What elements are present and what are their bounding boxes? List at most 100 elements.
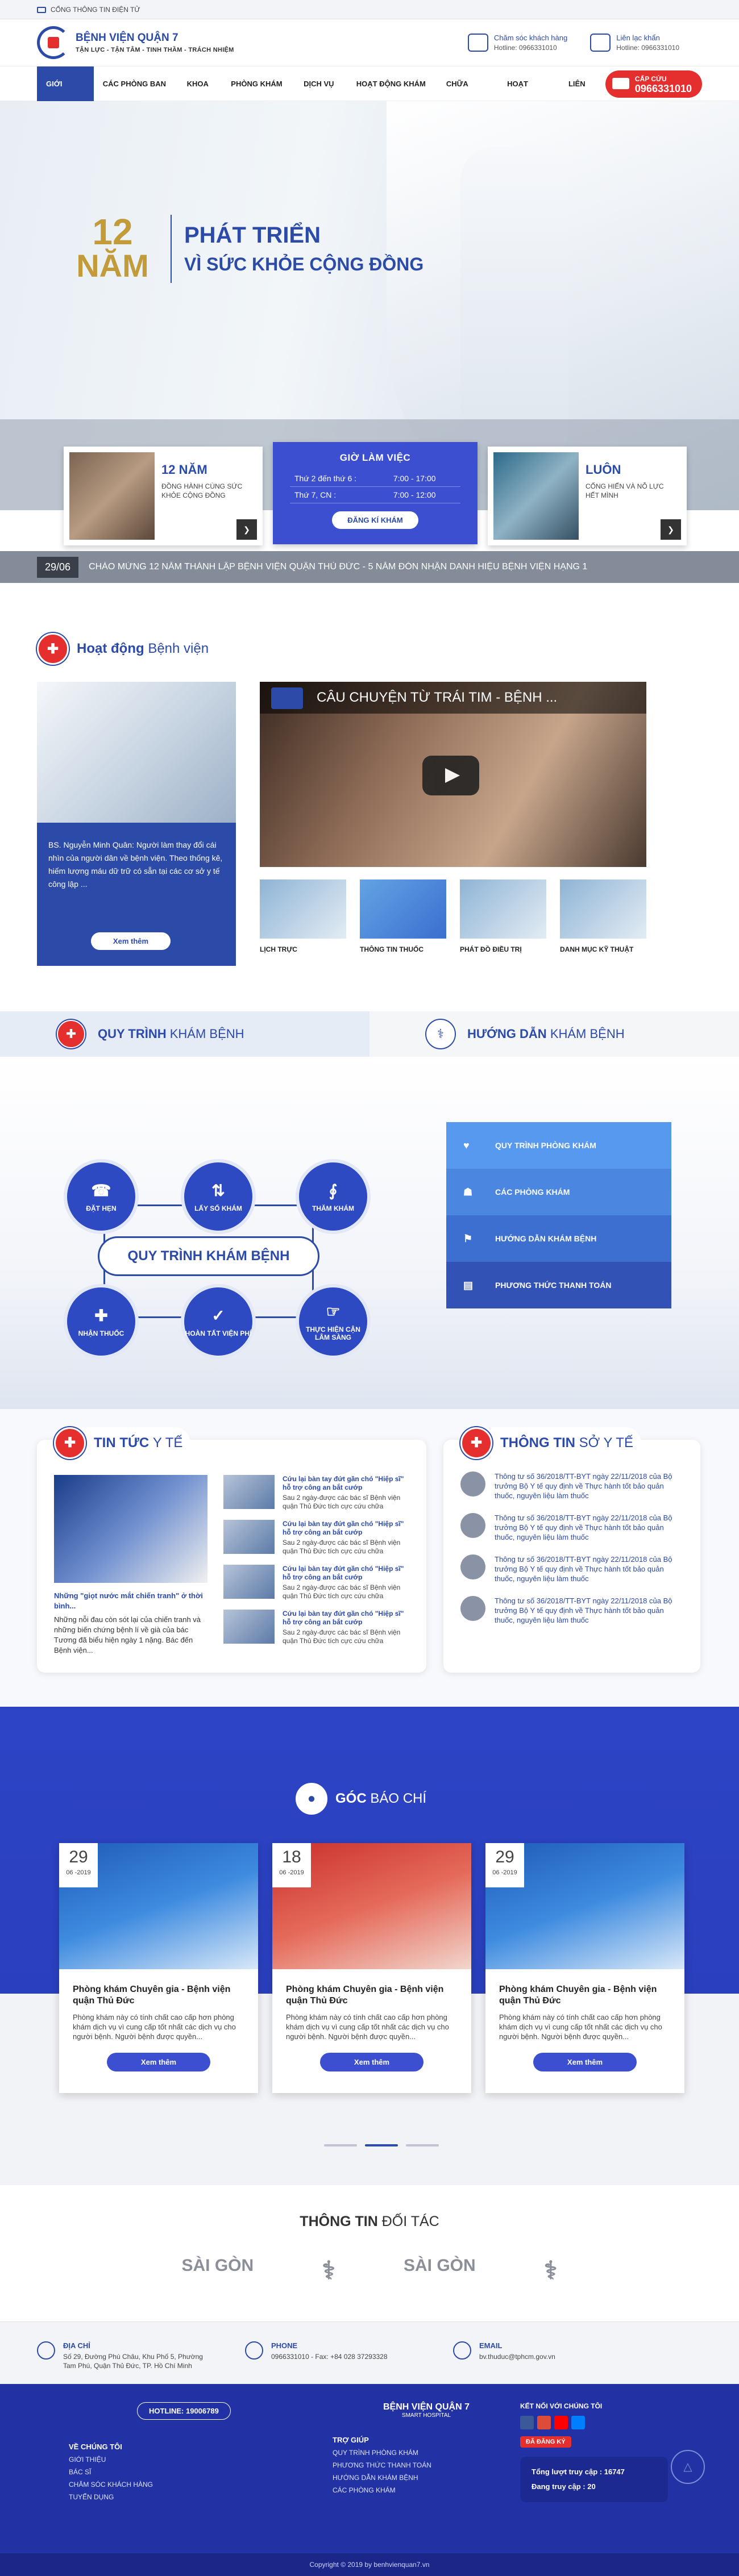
list-item[interactable]: Thông tư số 36/2018/TT-BYT ngày 22/11/20… xyxy=(460,1471,683,1500)
list-item[interactable]: Cứu lại bàn tay đứt gần chó "Hiệp sĩ" hỗ… xyxy=(223,1519,409,1556)
google-plus-icon[interactable] xyxy=(537,2415,551,2429)
scroll-top-icon[interactable]: △ xyxy=(671,2449,705,2484)
footer-link[interactable]: CÁC PHÒNG KHÁM xyxy=(333,2486,520,2494)
title-light: Y TẾ xyxy=(152,1435,183,1450)
carousel-dot[interactable] xyxy=(324,2144,357,2146)
feature-card-12-years[interactable]: 12 NĂM ĐỒNG HÀNH CÙNG SỨC KHỎE CỘNG ĐỒNG… xyxy=(64,447,263,545)
footer-link[interactable]: QUY TRÌNH PHÒNG KHÁM xyxy=(333,2449,520,2457)
carousel-dot-active[interactable] xyxy=(365,2144,398,2146)
circular-title[interactable]: Thông tư số 36/2018/TT-BYT ngày 22/11/20… xyxy=(495,1472,683,1500)
hospital-logo[interactable]: BỆNH VIỆN QUẬN 7 TẬN LỰC - TẬN TÂM - TIN… xyxy=(37,26,234,59)
news-title[interactable]: Cứu lại bàn tay đứt gần chó "Hiệp sĩ" hỗ… xyxy=(283,1520,409,1537)
read-more-button[interactable]: Xem thêm xyxy=(91,932,171,950)
hours-time: 7:00 - 17:00 xyxy=(388,470,460,487)
footer-link[interactable]: CHĂM SÓC KHÁCH HÀNG xyxy=(69,2481,333,2489)
list-item[interactable]: Cứu lại bàn tay đứt gần chó "Hiệp sĩ" hỗ… xyxy=(223,1474,409,1511)
nav-chua-benh[interactable]: CHỮA BỆNH xyxy=(437,66,498,123)
ticker-message[interactable]: CHÀO MỪNG 12 NĂM THÀNH LẬP BỆNH VIỆN QUẬ… xyxy=(89,562,587,572)
footer-link[interactable]: TUYỂN DỤNG xyxy=(69,2493,333,2501)
nav-lien-he[interactable]: LIÊN HỆ xyxy=(559,66,605,123)
phone-value[interactable]: 0966331010 - Fax: +84 028 37293328 xyxy=(271,2352,413,2361)
list-item[interactable]: Cứu lại bàn tay đứt gần chó "Hiệp sĩ" hỗ… xyxy=(223,1564,409,1600)
footer-link[interactable]: HƯỚNG DẪN KHÁM BỆNH xyxy=(333,2474,520,2482)
thumb-label: DANH MỤC KỸ THUẬT xyxy=(560,945,634,953)
emergency-button[interactable]: CẤP CỨU 0966331010 xyxy=(605,70,703,98)
menu-exam-guide[interactable]: ⚑ HƯỚNG DẪN KHÁM BỆNH xyxy=(446,1215,671,1262)
circular-title[interactable]: Thông tư số 36/2018/TT-BYT ngày 22/11/20… xyxy=(495,1554,683,1583)
date-badge: 18 06 -2019 xyxy=(272,1843,311,1887)
featured-news-title[interactable]: Những "giọt nước mắt chiến tranh" ở thời… xyxy=(54,1591,207,1611)
footer-hotline[interactable]: HOTLINE: 19006789 xyxy=(137,2402,231,2420)
menu-clinics[interactable]: ☗ CÁC PHÒNG KHÁM xyxy=(446,1169,671,1215)
emergency-contact[interactable]: Liên lạc khẩn Hotline: 0966331010 xyxy=(590,34,679,52)
news-title[interactable]: Cứu lại bàn tay đứt gần chó "Hiệp sĩ" hỗ… xyxy=(283,1475,409,1492)
list-item[interactable]: Thông tư số 36/2018/TT-BYT ngày 22/11/20… xyxy=(460,1554,683,1583)
customer-care[interactable]: Chăm sóc khách hàng Hotline: 0966331010 xyxy=(467,34,567,52)
footer-link[interactable]: GIỚI THIỆU xyxy=(69,2456,333,2464)
step-receive-medicine[interactable]: ✚ NHẬN THUỐC xyxy=(64,1284,139,1359)
press-title[interactable]: Phòng khám Chuyên gia - Bệnh viện quận T… xyxy=(59,1969,258,2007)
thumb-techniques[interactable]: DANH MỤC KỸ THUẬT xyxy=(560,879,646,953)
featured-news[interactable]: Những "giọt nước mắt chiến tranh" ở thời… xyxy=(54,1474,207,1656)
step-label: HOÀN TẤT VIỆN PHÍ xyxy=(185,1329,252,1337)
zalo-icon[interactable] xyxy=(571,2415,585,2429)
read-more-button[interactable]: Xem thêm xyxy=(107,2052,210,2071)
press-card[interactable]: 18 06 -2019 Phòng khám Chuyên gia - Bệnh … xyxy=(272,1843,471,2093)
partner-logo-saigon[interactable]: SÀI GÒN xyxy=(182,2256,254,2285)
partner-logo-saigon[interactable]: SÀI GÒN xyxy=(404,2256,476,2285)
list-item[interactable]: Thông tư số 36/2018/TT-BYT ngày 22/11/20… xyxy=(460,1595,683,1625)
step-get-number[interactable]: ⇅ LẤY SỐ KHÁM xyxy=(181,1159,256,1234)
nav-hoat-dong-kham[interactable]: HOẠT ĐỘNG KHÁM ▾ xyxy=(347,66,437,123)
press-card[interactable]: 29 06 -2019 Phòng khám Chuyên gia - Bệnh … xyxy=(59,1843,258,2093)
nav-phong-ban[interactable]: CÁC PHÒNG BAN ▾ xyxy=(94,66,178,123)
step-pay-fees[interactable]: ✓ HOÀN TẤT VIỆN PHÍ xyxy=(181,1284,256,1359)
feature-card-dedication[interactable]: LUÔN CỐNG HIẾN VÀ NỖ LỰC HẾT MÌNH ❯ xyxy=(488,447,687,545)
nav-gioi-thieu[interactable]: GIỚI THIỆU xyxy=(37,66,94,123)
caduceus-icon[interactable]: ⚕ xyxy=(322,2256,335,2285)
register-exam-button[interactable]: ĐĂNG KÍ KHÁM xyxy=(332,511,418,529)
list-item[interactable]: Cứu lại bàn tay đứt gần chó "Hiệp sĩ" hỗ… xyxy=(223,1609,409,1645)
date-day: 18 xyxy=(282,1847,301,1866)
process-menu: ♥ QUY TRÌNH PHÒNG KHÁM ☗ CÁC PHÒNG KHÁM ⚑ H… xyxy=(446,1122,671,1308)
menu-payment[interactable]: ▤ PHƯƠNG THỨC THANH TOÁN xyxy=(446,1262,671,1308)
read-more-button[interactable]: Xem thêm xyxy=(533,2052,637,2071)
play-icon[interactable] xyxy=(422,756,479,795)
step-examination[interactable]: ∮ THĂM KHÁM xyxy=(296,1159,371,1234)
carousel-dot[interactable] xyxy=(406,2144,439,2146)
footer-link[interactable]: BÁC SĨ xyxy=(69,2468,333,2476)
nav-hoat-dong[interactable]: HOẠT ĐỘNG xyxy=(498,66,559,123)
press-title[interactable]: Phòng khám Chuyên gia - Bệnh viện quận T… xyxy=(485,1969,684,2007)
arrow-right-icon[interactable]: ❯ xyxy=(661,519,681,540)
medical-cross-icon: ✚ xyxy=(37,633,69,665)
news-title[interactable]: Cứu lại bàn tay đứt gần chó "Hiệp sĩ" hỗ… xyxy=(283,1610,409,1627)
footer-link[interactable]: PHƯƠNG THỨC THANH TOÁN xyxy=(333,2461,520,2469)
circular-title[interactable]: Thông tư số 36/2018/TT-BYT ngày 22/11/20… xyxy=(495,1513,683,1542)
thumb-duty-schedule[interactable]: LỊCH TRỰC xyxy=(260,879,346,953)
footer-logo-title: BỆNH VIỆN QUẬN 7 xyxy=(383,2402,470,2412)
read-more-button[interactable]: Xem thêm xyxy=(320,2052,424,2071)
footer-logo[interactable]: BỆNH VIỆN QUẬN 7 SMART HOSPITAL xyxy=(333,2402,520,2419)
nav-phong-kham[interactable]: PHÒNG KHÁM ▾ xyxy=(222,66,294,123)
thumb-treatment[interactable]: PHÁT ĐỒ ĐIỀU TRỊ xyxy=(460,879,546,953)
nav-dich-vu[interactable]: DỊCH VỤ ▾ xyxy=(294,66,347,123)
tab-exam-process[interactable]: ✚ QUY TRÌNH KHÁM BỆNH xyxy=(0,1011,370,1057)
arrow-right-icon[interactable]: ❯ xyxy=(236,519,257,540)
step-lab-tests[interactable]: ☞ THỰC HIỆN CẬN LÂM SÀNG xyxy=(296,1284,371,1359)
circular-title[interactable]: Thông tư số 36/2018/TT-BYT ngày 22/11/20… xyxy=(495,1596,683,1625)
press-card[interactable]: 29 06 -2019 Phòng khám Chuyên gia - Bệnh … xyxy=(485,1843,684,2093)
youtube-icon[interactable] xyxy=(554,2415,568,2429)
menu-clinic-process[interactable]: ♥ QUY TRÌNH PHÒNG KHÁM xyxy=(446,1122,671,1169)
step-appointment[interactable]: ☎ ĐẶT HẸN xyxy=(64,1159,139,1234)
facebook-icon[interactable] xyxy=(520,2415,534,2429)
caduceus-icon[interactable]: ⚕ xyxy=(544,2256,558,2285)
medical-news-box: ✚ TIN TỨC Y TẾ Những "giọt nước mắt chiế… xyxy=(37,1427,426,1673)
registered-badge[interactable]: ĐÃ ĐĂNG KÝ xyxy=(520,2436,571,2448)
news-title[interactable]: Cứu lại bàn tay đứt gần chó "Hiệp sĩ" hỗ… xyxy=(283,1565,409,1582)
video-player[interactable]: CÂU CHUYỆN TỪ TRÁI TIM - BỆNH ... xyxy=(260,682,646,867)
nav-khoa[interactable]: KHOA ▾ xyxy=(178,66,222,123)
email-value[interactable]: bv.thuduc@tphcm.gov.vn xyxy=(479,2352,621,2361)
press-title[interactable]: Phòng khám Chuyên gia - Bệnh viện quận T… xyxy=(272,1969,471,2007)
list-item[interactable]: Thông tư số 36/2018/TT-BYT ngày 22/11/20… xyxy=(460,1512,683,1542)
tab-exam-guide[interactable]: ⚕ HƯỚNG DẪN KHÁM BỆNH xyxy=(370,1011,739,1057)
thumb-drug-info[interactable]: THÔNG TIN THUỐC xyxy=(360,879,446,953)
